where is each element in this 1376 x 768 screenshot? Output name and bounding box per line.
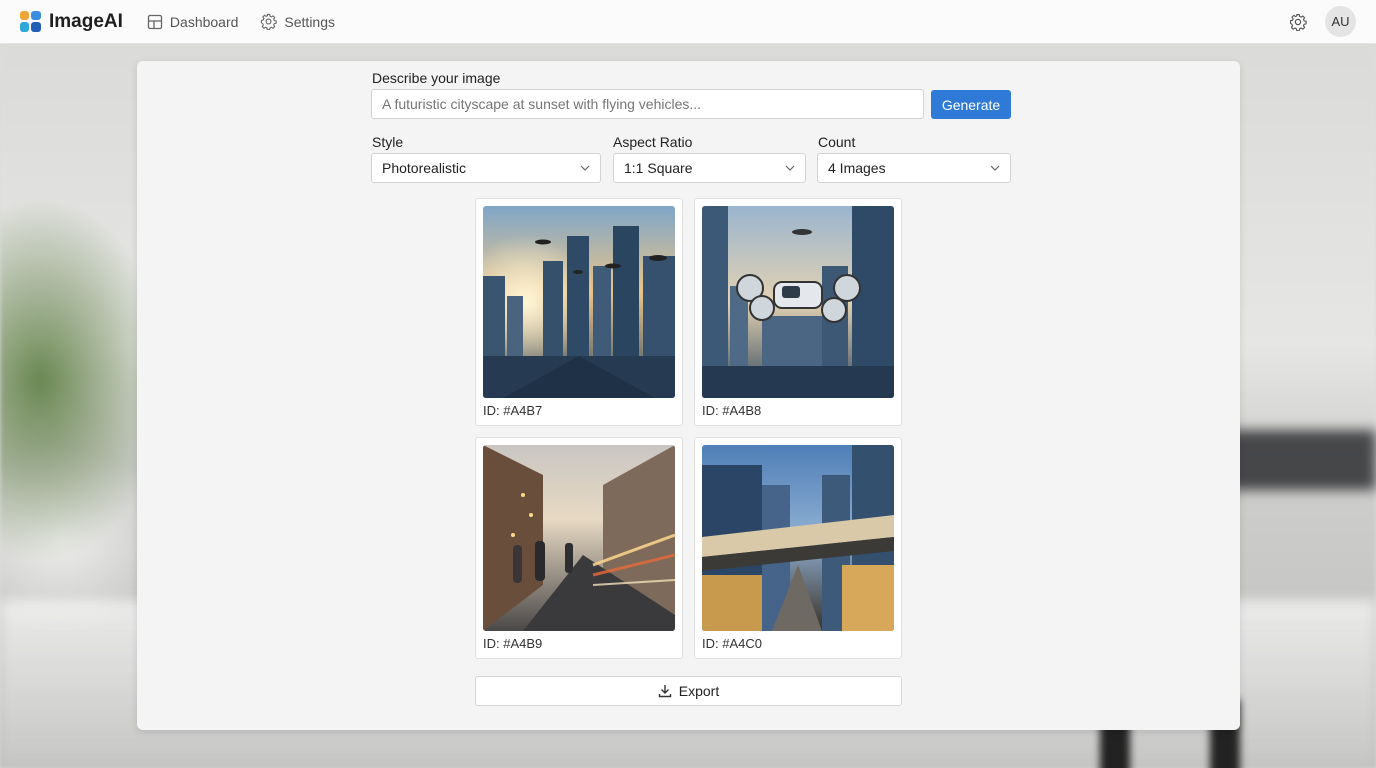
result-card[interactable]: ID: #A4B8 xyxy=(694,198,902,426)
user-avatar[interactable]: AU xyxy=(1325,6,1356,37)
style-label: Style xyxy=(372,134,404,150)
export-label: Export xyxy=(678,683,720,699)
aspect-ratio-select[interactable]: 1:1 Square xyxy=(613,153,806,183)
count-select-value: 4 Images xyxy=(828,160,886,176)
style-select-value: Photorealistic xyxy=(382,160,467,176)
gear-icon[interactable] xyxy=(1289,13,1307,31)
background-shelf xyxy=(1220,430,1376,490)
prompt-label: Describe your image xyxy=(372,70,501,86)
nav-settings[interactable]: Settings xyxy=(260,13,335,30)
brand[interactable]: ImageAI xyxy=(20,11,123,33)
result-card[interactable]: ID: #A4B9 xyxy=(475,437,683,659)
style-select[interactable]: Photorealistic xyxy=(371,153,601,183)
generated-image[interactable] xyxy=(483,206,675,398)
image-id-label: ID: #A4B7 xyxy=(483,403,543,418)
generated-image[interactable] xyxy=(702,206,894,398)
generate-button[interactable]: Generate xyxy=(931,90,1011,119)
nav-dashboard-label: Dashboard xyxy=(169,13,239,30)
prompt-input[interactable] xyxy=(371,89,924,119)
count-label: Count xyxy=(818,134,856,150)
aspect-ratio-label: Aspect Ratio xyxy=(613,134,693,150)
generated-image[interactable] xyxy=(702,445,894,631)
chevron-down-icon xyxy=(785,165,795,171)
generator-panel: Describe your image Generate Style Photo… xyxy=(137,61,1240,730)
result-card[interactable]: ID: #A4C0 xyxy=(694,437,902,659)
gear-icon xyxy=(261,13,278,30)
chevron-down-icon xyxy=(580,165,590,171)
dashboard-icon xyxy=(147,14,163,29)
result-card[interactable]: ID: #A4B7 xyxy=(475,198,683,426)
image-id-label: ID: #A4C0 xyxy=(702,636,762,651)
count-select[interactable]: 4 Images xyxy=(817,153,1011,183)
app-logo-icon xyxy=(20,11,41,32)
download-icon xyxy=(658,685,671,698)
export-button[interactable]: Export xyxy=(475,676,902,706)
image-id-label: ID: #A4B8 xyxy=(702,403,762,418)
chevron-down-icon xyxy=(990,165,1000,171)
image-id-label: ID: #A4B9 xyxy=(483,636,543,651)
nav-dashboard[interactable]: Dashboard xyxy=(147,13,239,30)
top-navigation-bar: ImageAI Dashboard Settings AU xyxy=(0,0,1376,44)
aspect-ratio-select-value: 1:1 Square xyxy=(624,160,693,176)
app-name: ImageAI xyxy=(49,10,123,32)
generated-image[interactable] xyxy=(483,445,675,631)
nav-settings-label: Settings xyxy=(284,13,336,30)
